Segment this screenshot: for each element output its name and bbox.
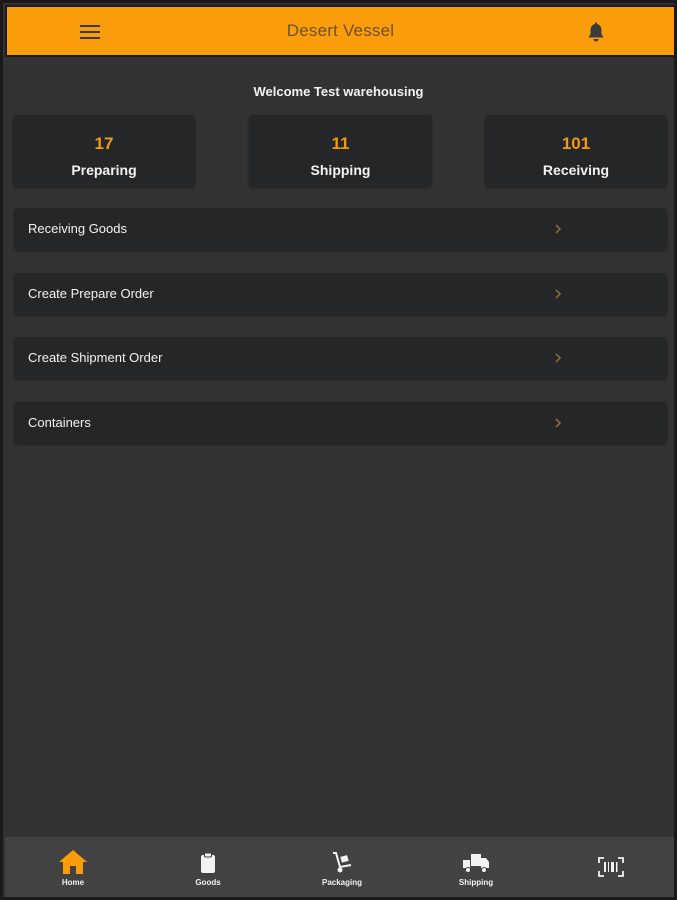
nav-home[interactable]: Home	[33, 837, 113, 897]
stat-card-preparing[interactable]: 17 Preparing	[13, 115, 195, 187]
nav-label: Goods	[195, 878, 221, 887]
bell-icon[interactable]	[584, 21, 608, 45]
menu-row-receiving-goods[interactable]: Receiving Goods	[14, 208, 667, 250]
nav-label: Home	[61, 878, 85, 887]
chevron-right-icon	[555, 289, 562, 299]
app-title: Desert Vessel	[286, 21, 395, 40]
stat-label: Receiving	[542, 162, 610, 178]
menu-row-containers[interactable]: Containers	[14, 402, 667, 444]
welcome-text: Welcome Test warehousing	[253, 84, 424, 99]
stat-value: 101	[561, 134, 591, 153]
menu-row-label: Containers	[28, 415, 91, 430]
stat-card-receiving[interactable]: 101 Receiving	[485, 115, 667, 187]
nav-barcode-scan[interactable]	[571, 837, 651, 897]
nav-shipping[interactable]: Shipping	[436, 837, 516, 897]
menu-row-create-prepare-order[interactable]: Create Prepare Order	[14, 273, 667, 315]
delivery-truck-icon	[463, 854, 489, 873]
menu-row-label: Receiving Goods	[28, 221, 127, 236]
stat-value: 17	[94, 134, 114, 153]
menu-row-create-shipment-order[interactable]: Create Shipment Order	[14, 337, 667, 379]
stat-label: Preparing	[71, 162, 137, 178]
chevron-right-icon	[555, 353, 562, 363]
nav-label: Packaging	[321, 878, 362, 887]
stat-card-shipping[interactable]: 11 Shipping	[249, 115, 432, 187]
hand-truck-icon	[333, 852, 352, 873]
nav-label: Shipping	[458, 878, 494, 887]
app-frame: Desert Vessel Welcome Test warehousing 1…	[0, 0, 677, 900]
home-icon	[59, 850, 87, 874]
stat-label: Shipping	[310, 162, 371, 178]
barcode-scan-icon	[598, 857, 624, 877]
stat-value: 11	[331, 134, 350, 153]
menu-row-label: Create Prepare Order	[28, 286, 154, 301]
clipboard-icon	[201, 852, 215, 873]
app-header: Desert Vessel	[5, 5, 674, 57]
chevron-right-icon	[555, 418, 562, 428]
nav-goods[interactable]: Goods	[168, 837, 248, 897]
chevron-right-icon	[555, 224, 562, 234]
nav-packaging[interactable]: Packaging	[302, 837, 382, 897]
bottom-nav: Home Goods Packaging Shipping	[5, 837, 674, 897]
menu-row-label: Create Shipment Order	[28, 350, 163, 365]
